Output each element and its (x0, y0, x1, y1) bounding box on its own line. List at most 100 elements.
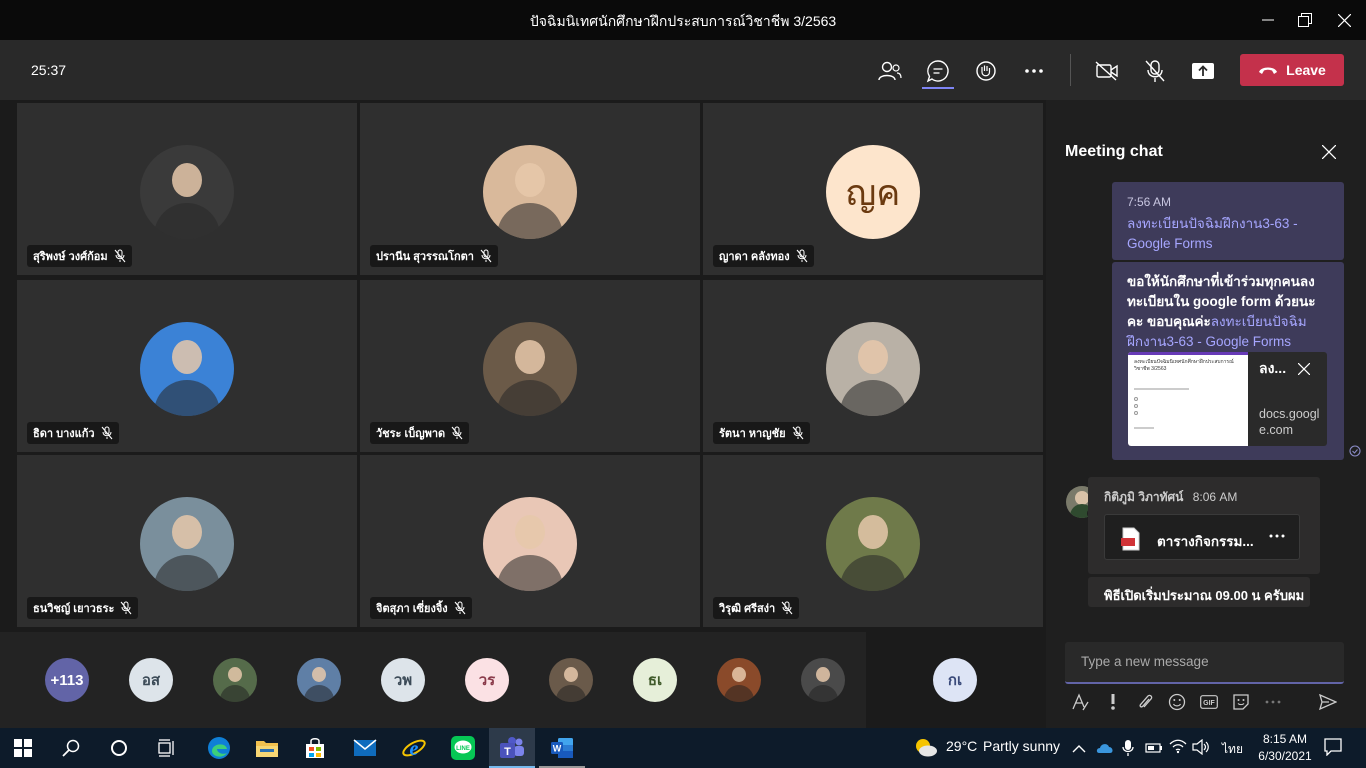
onedrive-icon[interactable] (1096, 741, 1114, 759)
reactions-button[interactable] (971, 56, 1001, 86)
strip-participant-avatar[interactable]: กเ (933, 658, 977, 702)
cortana-button[interactable] (96, 728, 142, 768)
remove-preview-button[interactable] (1297, 361, 1311, 381)
emoji-icon (1168, 693, 1186, 711)
strip-participant-avatar[interactable] (801, 658, 845, 702)
message-input[interactable] (1081, 654, 1331, 669)
raise-hand-icon (976, 61, 996, 81)
internet-explorer-app[interactable]: e (391, 728, 437, 768)
battery-icon[interactable] (1145, 741, 1163, 759)
clock-time: 8:15 AM (1262, 732, 1308, 746)
close-chat-button[interactable] (1319, 142, 1339, 162)
strip-participant-avatar[interactable] (717, 658, 761, 702)
gif-icon: GIF (1200, 695, 1218, 709)
leave-button[interactable]: Leave (1240, 54, 1344, 86)
format-button[interactable] (1070, 692, 1090, 712)
share-button[interactable] (1188, 56, 1218, 86)
send-button[interactable] (1318, 692, 1338, 712)
file-attachment[interactable]: ตารางกิจกรรม... (1104, 514, 1300, 560)
strip-participant-avatar[interactable]: วร (465, 658, 509, 702)
wifi-icon[interactable] (1169, 738, 1187, 759)
link-preview-card[interactable]: ลงทะเบียนปัจฉิมนิเทศนักศึกษาฝึกประสบการณ… (1128, 352, 1327, 446)
mail-app[interactable] (342, 728, 388, 768)
svg-text:T: T (504, 746, 511, 758)
participant-name-label: จิตสุภา เซี่ยงจิ้ง (370, 597, 472, 619)
file-name: ตารางกิจกรรม... (1157, 534, 1254, 549)
participants-button[interactable] (875, 56, 905, 86)
start-button[interactable] (0, 728, 46, 768)
meeting-timer: 25:37 (31, 62, 67, 78)
participant-tile[interactable]: สุริพงษ์ วงศ์ก้อม (17, 103, 357, 275)
chat-title: Meeting chat (1065, 143, 1163, 160)
participant-tile[interactable]: ธนวิชญ์ เยาวธระ (17, 455, 357, 627)
file-more-button[interactable] (1269, 525, 1285, 541)
chat-icon (926, 60, 949, 83)
notifications-button[interactable] (1324, 738, 1342, 761)
strip-participant-avatar[interactable] (297, 658, 341, 702)
word-app[interactable]: W (539, 728, 585, 768)
volume-icon[interactable] (1192, 738, 1210, 760)
participant-tile[interactable]: ญค ญาดา คลังทอง (703, 103, 1043, 275)
participant-avatar (826, 497, 920, 591)
strip-participant-avatar[interactable]: ธเ (633, 658, 677, 702)
participant-tile[interactable]: ปรานีน สุวรรณโกตา (360, 103, 700, 275)
task-view-button[interactable] (144, 728, 190, 768)
mic-toggle-button[interactable] (1140, 56, 1170, 86)
taskbar-clock[interactable]: 8:15 AM 6/30/2021 (1255, 731, 1315, 765)
participant-tile[interactable]: จิตสุภา เซี่ยงจิ้ง (360, 455, 700, 627)
more-icon (1269, 534, 1285, 538)
sticker-button[interactable] (1231, 692, 1251, 712)
participant-tile[interactable]: วัชระ เบ็ญพาด (360, 280, 700, 452)
strip-participant-avatar[interactable]: อส (129, 658, 173, 702)
participant-name: วัชระ เบ็ญพาด (376, 428, 446, 440)
input-language[interactable]: ไทย (1222, 740, 1243, 759)
participant-avatar (483, 145, 577, 239)
line-app[interactable]: LINE (440, 728, 486, 768)
thumbnail-text: ลงทะเบียนปัจฉิมนิเทศนักศึกษาฝึกประสบการณ… (1134, 359, 1234, 372)
clock-date: 6/30/2021 (1258, 749, 1312, 763)
teams-icon: T (500, 737, 524, 758)
teams-app[interactable]: T (489, 728, 535, 768)
important-button[interactable] (1103, 692, 1123, 712)
chat-message-own: 7:56 AM ลงทะเบียนปัจฉิมฝึกงาน3-63 - Goog… (1112, 182, 1344, 260)
edge-app[interactable] (196, 728, 242, 768)
participant-avatar (140, 322, 234, 416)
gif-button[interactable]: GIF (1199, 692, 1219, 712)
more-options-button[interactable] (1263, 692, 1283, 712)
strip-participant-avatar[interactable] (549, 658, 593, 702)
weather-icon[interactable] (913, 736, 939, 763)
cortana-icon (111, 740, 127, 756)
pdf-file-icon (1121, 527, 1140, 551)
message-link[interactable]: ลงทะเบียนปัจฉิมฝึกงาน3-63 - Google Forms (1127, 214, 1329, 254)
attach-button[interactable] (1135, 692, 1155, 712)
window-titlebar: ปัจฉิมนิเทศนักศึกษาฝึกประสบการณ์วิชาชีพ … (0, 0, 1366, 40)
participant-tile[interactable]: รัตนา หาญชัย (703, 280, 1043, 452)
camera-toggle-button[interactable] (1092, 56, 1122, 86)
compose-box[interactable] (1065, 642, 1344, 684)
more-participants-button[interactable]: +113 (45, 658, 89, 702)
sender-name: กิติภูมิ วิภาทัศน์ (1104, 490, 1184, 504)
people-icon (878, 61, 902, 81)
strip-participant-avatar[interactable]: วพ (381, 658, 425, 702)
emoji-button[interactable] (1167, 692, 1187, 712)
notification-icon (1324, 738, 1342, 757)
paperclip-icon (1139, 694, 1153, 708)
minimize-button[interactable] (1256, 8, 1280, 32)
task-view-icon (158, 739, 174, 757)
more-actions-button[interactable] (1019, 56, 1049, 86)
show-hidden-icons-button[interactable] (1072, 741, 1086, 759)
participant-tile[interactable]: ธิดา บางแก้ว (17, 280, 357, 452)
close-window-button[interactable] (1332, 8, 1356, 32)
maximize-button[interactable] (1293, 8, 1317, 32)
microphone-tray-icon[interactable] (1122, 739, 1134, 762)
strip-participant-avatar[interactable] (213, 658, 257, 702)
search-button[interactable] (48, 728, 94, 768)
meeting-chat-panel: Meeting chat 7:56 AM ลงทะเบียนปัจฉิมฝึกง… (1046, 100, 1366, 728)
chat-button[interactable] (923, 56, 953, 86)
file-explorer-app[interactable] (244, 728, 290, 768)
link-preview-domain: docs.google.com (1259, 407, 1320, 437)
weather-temperature[interactable]: 29°C (946, 738, 977, 754)
store-app[interactable] (292, 728, 338, 768)
participant-tile[interactable]: วิรุฒิ ศรีสง่า (703, 455, 1043, 627)
weather-description[interactable]: Partly sunny (983, 738, 1060, 754)
